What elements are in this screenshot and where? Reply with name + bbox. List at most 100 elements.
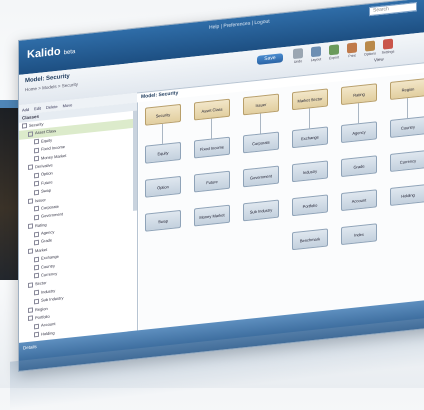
expand-icon[interactable] <box>28 164 33 171</box>
tree-item-label: Sub Industry <box>41 295 64 303</box>
tool-print-button[interactable]: Print <box>345 42 359 58</box>
tool-options-button[interactable]: Options <box>363 40 377 57</box>
tree-item-label: Future <box>41 179 53 186</box>
tree-toolbar-delete-button[interactable]: Delete <box>46 104 58 110</box>
expand-icon[interactable] <box>34 239 39 246</box>
expand-icon[interactable] <box>22 123 27 130</box>
tool-label: Export <box>328 55 340 61</box>
expand-icon[interactable] <box>34 155 39 162</box>
diagram-node[interactable]: Account <box>341 189 377 212</box>
diagram-node[interactable]: Country <box>390 116 424 138</box>
tree-item-label: Industry <box>41 287 56 295</box>
expand-icon[interactable] <box>28 315 33 322</box>
tree-item-label: Equity <box>41 137 53 144</box>
diagram-node[interactable]: Security <box>145 103 181 126</box>
tool-layout-icon <box>311 46 321 58</box>
tool-export-button[interactable]: Export <box>327 44 341 60</box>
diagram-node[interactable]: Future <box>194 170 230 193</box>
expand-icon[interactable] <box>34 147 39 153</box>
expand-icon[interactable] <box>34 264 39 271</box>
tree-item-label: Money Market <box>41 152 67 161</box>
expand-icon[interactable] <box>28 198 33 204</box>
expand-icon[interactable] <box>34 231 39 237</box>
tree-toolbar-move-button[interactable]: Move <box>63 102 73 108</box>
tree-item-label: Asset Class <box>35 128 57 136</box>
expand-icon[interactable] <box>34 139 39 145</box>
diagram-node[interactable]: Issuer <box>243 93 279 116</box>
diagram-node[interactable]: Option <box>145 175 181 198</box>
tree-item-label: Sector <box>35 280 47 287</box>
diagram-node[interactable]: Index <box>341 223 377 246</box>
connector-line <box>358 103 359 124</box>
class-tree: Classes Security Asset Class Equity Fixed I… <box>19 102 138 343</box>
app-window: Kalido beta Help | Preferences | Logout S… <box>18 0 424 372</box>
expand-icon[interactable] <box>34 298 39 304</box>
diagram-node[interactable]: Corporate <box>243 131 279 154</box>
expand-icon[interactable] <box>34 273 39 279</box>
user-links[interactable]: Help | Preferences | Logout <box>209 19 270 31</box>
tree-item-label: Government <box>41 211 64 219</box>
tool-options-icon <box>365 40 375 52</box>
expand-icon[interactable] <box>28 223 33 230</box>
diagram-node[interactable]: Government <box>243 165 279 188</box>
tool-layout-button[interactable]: Layout <box>309 46 323 62</box>
expand-icon[interactable] <box>28 131 33 137</box>
diagram-node[interactable]: Portfolio <box>292 194 328 217</box>
diagram-node[interactable]: Money Market <box>194 204 230 227</box>
save-button[interactable]: Save <box>257 53 283 65</box>
logo-sub: beta <box>63 48 76 57</box>
app-logo: Kalido beta <box>27 44 76 62</box>
expand-icon[interactable] <box>34 331 39 338</box>
diagram-canvas: Security Asset Class Issuer Market Sector Ra… <box>139 70 424 331</box>
diagram-node[interactable]: Rating <box>341 83 377 106</box>
tree-scrollbar[interactable] <box>133 110 137 211</box>
expand-icon[interactable] <box>28 307 33 313</box>
expand-icon[interactable] <box>34 290 39 296</box>
diagram-node[interactable]: Equity <box>145 141 181 164</box>
expand-icon[interactable] <box>34 214 39 221</box>
tree-item-label: Grade <box>41 237 53 245</box>
connector-line <box>162 123 163 144</box>
expand-icon[interactable] <box>34 180 39 187</box>
diagram-node[interactable]: Asset Class <box>194 98 230 121</box>
expand-icon[interactable] <box>28 248 33 255</box>
expand-icon[interactable] <box>34 206 39 212</box>
expand-icon[interactable] <box>34 189 39 195</box>
tree-item-label: Agency <box>41 229 55 236</box>
tree-toolbar-add-button[interactable]: Add <box>22 107 29 113</box>
tree-item-label: Market <box>35 246 48 254</box>
tree-item-label: Corporate <box>41 203 59 211</box>
tree-item-label: Account <box>41 321 56 328</box>
view-label: View <box>374 56 384 63</box>
expand-icon[interactable] <box>34 256 39 263</box>
tool-label: Undo <box>293 59 303 65</box>
diagram-node[interactable]: Industry <box>292 160 328 183</box>
tree-item-label: Holding <box>41 329 55 337</box>
tool-label: Settings <box>381 49 395 55</box>
diagram-node[interactable]: Holding <box>390 184 424 206</box>
expand-icon[interactable] <box>34 323 39 330</box>
diagram-node[interactable]: Fixed Income <box>194 136 230 159</box>
tree-item-label: Issuer <box>35 196 46 203</box>
diagram-node[interactable]: Sub Industry <box>243 199 279 222</box>
search-input[interactable]: Search <box>369 2 417 17</box>
diagram-node[interactable]: Benchmark <box>292 228 328 251</box>
tool-undo-button[interactable]: Undo <box>291 48 305 64</box>
diagram-node[interactable]: Swap <box>145 209 181 232</box>
tool-settings-button[interactable]: Settings <box>381 38 395 55</box>
diagram-node[interactable]: Grade <box>341 155 377 178</box>
diagram-node[interactable]: Region <box>390 78 424 100</box>
connector-line <box>260 113 261 134</box>
tool-export-icon <box>329 44 339 56</box>
expand-icon[interactable] <box>34 172 39 179</box>
tree-item-label: Exchange <box>41 253 59 261</box>
expand-icon[interactable] <box>28 282 33 288</box>
tree-item-label: Country <box>41 262 56 270</box>
tree-item-label: Swap <box>41 187 52 194</box>
diagram-node[interactable]: Market Sector <box>292 88 328 111</box>
diagram-node[interactable]: Agency <box>341 121 377 144</box>
tool-print-icon <box>347 42 357 54</box>
diagram-node[interactable]: Exchange <box>292 126 328 149</box>
tree-toolbar-edit-button[interactable]: Edit <box>34 106 41 112</box>
diagram-node[interactable]: Currency <box>390 150 424 172</box>
